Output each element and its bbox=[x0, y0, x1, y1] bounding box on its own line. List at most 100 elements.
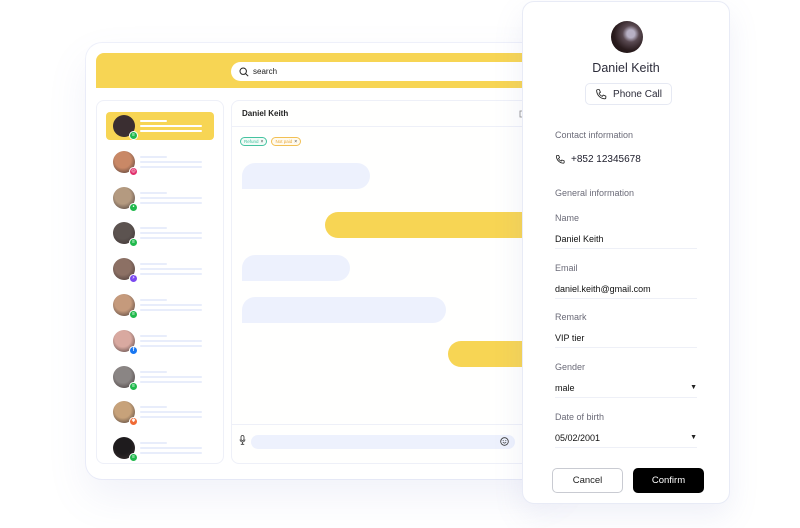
text-placeholder-line bbox=[140, 196, 202, 199]
contact-phone[interactable]: +852 12345678 bbox=[555, 154, 641, 165]
remove-tag-icon[interactable]: × bbox=[294, 139, 297, 145]
text-placeholder-line bbox=[140, 120, 167, 122]
text-placeholder-line bbox=[140, 452, 202, 455]
conversation-item[interactable]: ✱ bbox=[106, 398, 214, 427]
confirm-button[interactable]: Confirm bbox=[633, 468, 704, 493]
remark-label: Remark bbox=[555, 312, 587, 322]
dob-label: Date of birth bbox=[555, 412, 605, 422]
microphone-icon[interactable] bbox=[239, 435, 246, 445]
date-of-birth-select[interactable]: Date of birth 05/02/2001 ▼ bbox=[555, 412, 697, 448]
message-preview-placeholder bbox=[140, 191, 202, 204]
text-placeholder-line bbox=[140, 442, 167, 445]
line-icon: ≡ bbox=[129, 310, 138, 319]
line-icon: ≡ bbox=[129, 381, 138, 391]
text-placeholder-line bbox=[140, 155, 167, 158]
text-placeholder-line bbox=[140, 191, 167, 194]
text-placeholder-line bbox=[140, 406, 167, 409]
text-placeholder-line bbox=[140, 130, 202, 132]
dob-value[interactable]: 05/02/2001 bbox=[555, 433, 600, 443]
line-icon: ≡ bbox=[129, 238, 138, 248]
contact-avatar: ≡ bbox=[113, 365, 138, 391]
text-placeholder-line bbox=[140, 375, 202, 378]
contact-avatar: ≡ bbox=[113, 222, 138, 248]
message-preview-placeholder bbox=[140, 370, 202, 383]
gender-select[interactable]: Gender male ▼ bbox=[555, 362, 697, 398]
contact-information-heading: Contact information bbox=[555, 130, 634, 140]
name-field[interactable]: Name Daniel Keith bbox=[555, 213, 697, 249]
contact-name: Daniel Keith bbox=[592, 61, 660, 75]
text-placeholder-line bbox=[140, 263, 167, 266]
message-preview-placeholder bbox=[140, 263, 202, 276]
conversation-item[interactable]: ≡ bbox=[106, 291, 214, 319]
conversation-item[interactable]: ≡ bbox=[106, 112, 214, 140]
line-icon: ≡ bbox=[129, 453, 138, 463]
phone-icon bbox=[555, 154, 565, 164]
phone-call-button[interactable]: Phone Call bbox=[585, 83, 672, 105]
contact-avatar: f bbox=[113, 329, 138, 355]
contact-details-panel: Daniel Keith Phone Call Contact informat… bbox=[522, 1, 730, 504]
conversation-item[interactable]: • bbox=[106, 184, 214, 212]
message-preview-placeholder bbox=[140, 442, 202, 455]
text-placeholder-line bbox=[140, 237, 202, 240]
text-placeholder-line bbox=[140, 380, 202, 383]
remove-tag-icon[interactable]: × bbox=[261, 139, 264, 145]
field-underline bbox=[555, 347, 697, 348]
conversation-item[interactable]: ≡ bbox=[106, 434, 214, 463]
text-placeholder-line bbox=[140, 447, 202, 450]
conversation-item[interactable]: ≡ bbox=[106, 363, 214, 391]
email-label: Email bbox=[555, 263, 578, 273]
emoji-icon[interactable] bbox=[500, 437, 509, 446]
text-placeholder-line bbox=[140, 309, 202, 311]
gender-value[interactable]: male bbox=[555, 383, 575, 393]
text-placeholder-line bbox=[140, 273, 202, 276]
message-input[interactable] bbox=[251, 435, 515, 449]
instagram-icon: ◎ bbox=[129, 166, 138, 176]
chat-title: Daniel Keith bbox=[242, 109, 289, 118]
general-information-heading: General information bbox=[555, 188, 635, 198]
outgoing-message-bubble bbox=[325, 212, 530, 238]
contact-avatar: • bbox=[113, 186, 138, 212]
contact-avatar: ≡ bbox=[113, 115, 138, 140]
text-placeholder-line bbox=[140, 232, 202, 235]
gender-label: Gender bbox=[555, 362, 586, 372]
contact-avatar: ≡ bbox=[113, 437, 138, 463]
message-preview-placeholder bbox=[140, 155, 202, 168]
field-underline bbox=[555, 248, 697, 249]
messenger-icon: ⚡ bbox=[129, 274, 138, 284]
search-input[interactable]: search bbox=[231, 62, 541, 81]
remark-field[interactable]: Remark VIP tier bbox=[555, 312, 697, 348]
contact-avatar bbox=[611, 21, 643, 53]
email-field[interactable]: Email daniel.keith@gmail.com bbox=[555, 263, 697, 299]
message-preview-placeholder bbox=[140, 227, 202, 240]
text-placeholder-line bbox=[140, 227, 167, 230]
other-icon: ✱ bbox=[129, 417, 138, 427]
conversation-item[interactable]: f bbox=[106, 327, 214, 355]
dropdown-arrow-icon[interactable]: ▼ bbox=[690, 434, 697, 441]
text-placeholder-line bbox=[140, 370, 167, 373]
chat-panel: Daniel Keith Refund × Not paid × bbox=[231, 100, 531, 464]
contact-avatar: ≡ bbox=[113, 294, 138, 319]
search-icon bbox=[239, 66, 249, 77]
name-value[interactable]: Daniel Keith bbox=[555, 234, 604, 244]
conversation-item[interactable]: ◎ bbox=[106, 148, 214, 176]
field-underline bbox=[555, 298, 697, 299]
phone-call-label: Phone Call bbox=[613, 88, 662, 100]
text-placeholder-line bbox=[140, 334, 167, 337]
text-placeholder-line bbox=[140, 160, 202, 163]
name-label: Name bbox=[555, 213, 580, 223]
email-value[interactable]: daniel.keith@gmail.com bbox=[555, 284, 651, 294]
header-divider bbox=[232, 126, 530, 127]
incoming-message-bubble bbox=[242, 255, 350, 281]
conversation-item[interactable]: ⚡ bbox=[106, 255, 214, 284]
conversation-list: ≡ ◎ • ≡ ⚡ ≡ f ≡ ✱ ≡ bbox=[96, 100, 224, 464]
phone-icon bbox=[596, 88, 607, 99]
tag-not-paid[interactable]: Not paid × bbox=[271, 137, 302, 146]
remark-value[interactable]: VIP tier bbox=[555, 333, 584, 343]
conversation-item[interactable]: ≡ bbox=[106, 219, 214, 248]
dropdown-arrow-icon[interactable]: ▼ bbox=[690, 384, 697, 391]
text-placeholder-line bbox=[140, 344, 202, 347]
text-placeholder-line bbox=[140, 304, 202, 306]
text-placeholder-line bbox=[140, 411, 202, 414]
tag-refund[interactable]: Refund × bbox=[240, 137, 268, 146]
cancel-button[interactable]: Cancel bbox=[552, 468, 623, 493]
